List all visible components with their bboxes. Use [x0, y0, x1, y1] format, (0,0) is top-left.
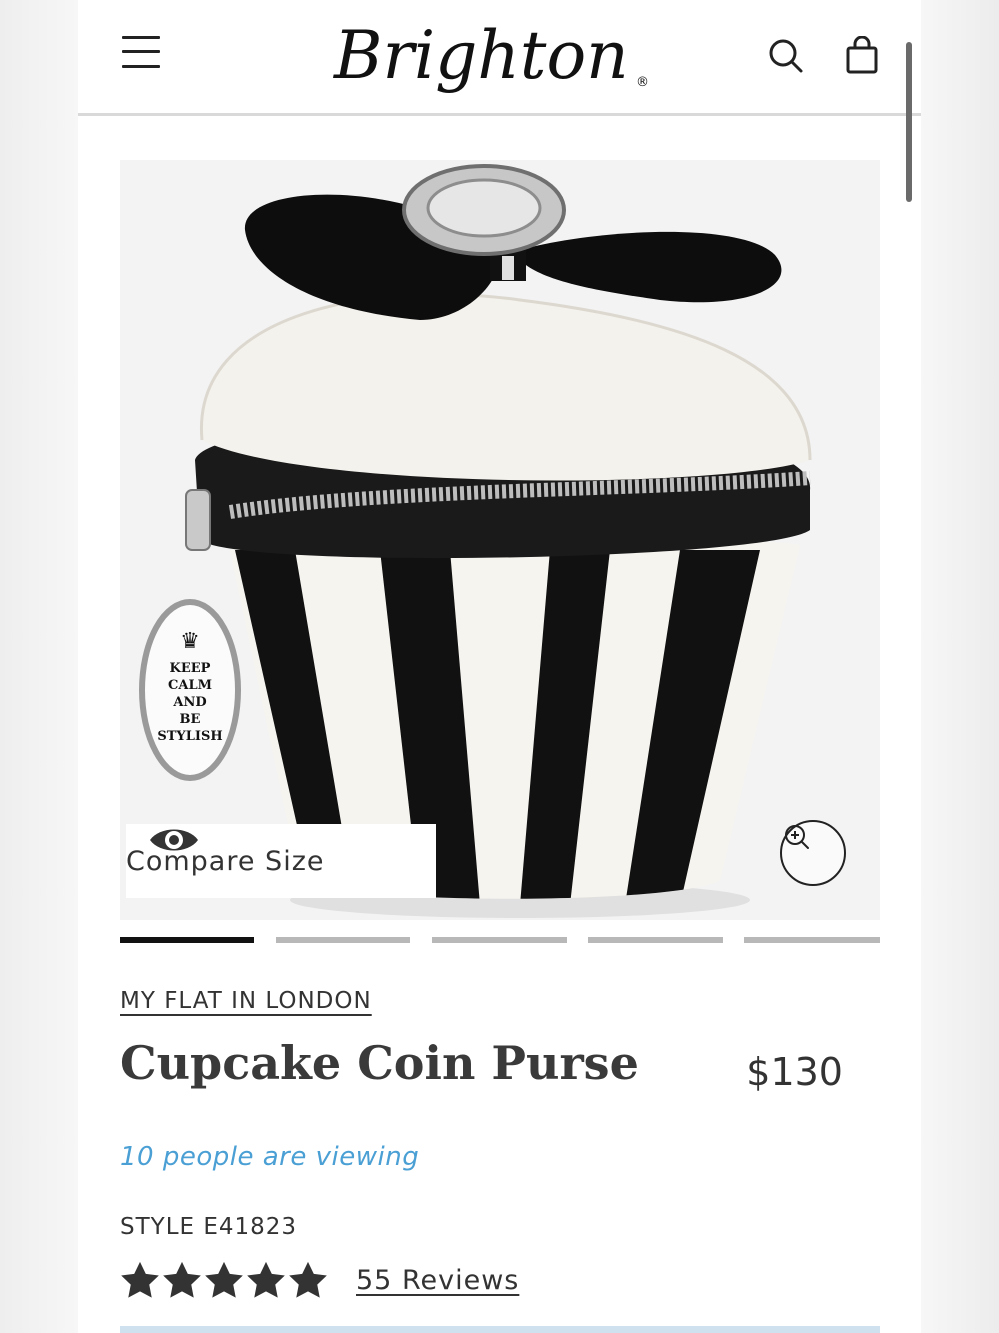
shopping-bag-icon[interactable]	[842, 35, 882, 76]
star-icon	[247, 1261, 285, 1298]
next-section-edge	[120, 1326, 880, 1333]
star-icon	[205, 1261, 243, 1298]
charm-line-5: STYLISH	[157, 729, 222, 744]
reviews-link[interactable]: 55 Reviews	[356, 1265, 519, 1296]
star-icon	[163, 1261, 201, 1298]
viewing-count: 10 people are viewing	[120, 1142, 420, 1172]
site-header: Brighton ®	[78, 0, 921, 202]
pager-dot-5[interactable]	[744, 937, 880, 943]
crown-glyph: ♛	[180, 629, 200, 654]
pager-dot-3[interactable]	[432, 937, 567, 943]
star-icon	[289, 1261, 327, 1298]
zoom-in-icon[interactable]	[780, 820, 846, 886]
scrollbar[interactable]	[906, 42, 912, 202]
right-gutter	[921, 0, 999, 1333]
star-icon	[121, 1261, 159, 1298]
pager-dot-2[interactable]	[276, 937, 410, 943]
product-title: Cupcake Coin Purse	[120, 1036, 639, 1090]
product-image[interactable]: ♛ KEEP CALM AND BE STYLISH Compare Size	[120, 160, 880, 920]
product-page: Brighton ® ♛ KEEP CALM AND BE STYLISH Co…	[78, 0, 921, 1333]
pager-dot-4[interactable]	[588, 937, 723, 943]
product-price: $130	[746, 1050, 843, 1094]
charm-line-2: CALM	[168, 678, 212, 693]
registered-mark: ®	[636, 75, 649, 90]
brand-name: Brighton	[333, 17, 629, 94]
star-rating[interactable]	[120, 1261, 328, 1299]
charm-line-4: BE	[180, 712, 201, 727]
brand-wordmark: Brighton	[333, 17, 629, 94]
hamburger-menu-icon[interactable]	[120, 32, 162, 72]
compare-size-button[interactable]: Compare Size	[126, 824, 436, 898]
brand-logo[interactable]: Brighton ®	[328, 8, 658, 104]
collection-link[interactable]: MY FLAT IN LONDON	[120, 988, 372, 1014]
cupcake-purse-illustration: ♛ KEEP CALM AND BE STYLISH	[120, 160, 880, 920]
left-gutter	[0, 0, 78, 1333]
style-number: STYLE E41823	[120, 1214, 298, 1240]
charm-line-3: AND	[172, 695, 206, 710]
rating-row: 55 Reviews	[120, 1260, 519, 1300]
charm-line-1: KEEP	[170, 661, 211, 676]
search-icon[interactable]	[766, 36, 806, 76]
eye-icon	[150, 829, 198, 851]
image-pager	[120, 937, 880, 943]
pager-dot-1[interactable]	[120, 937, 254, 943]
